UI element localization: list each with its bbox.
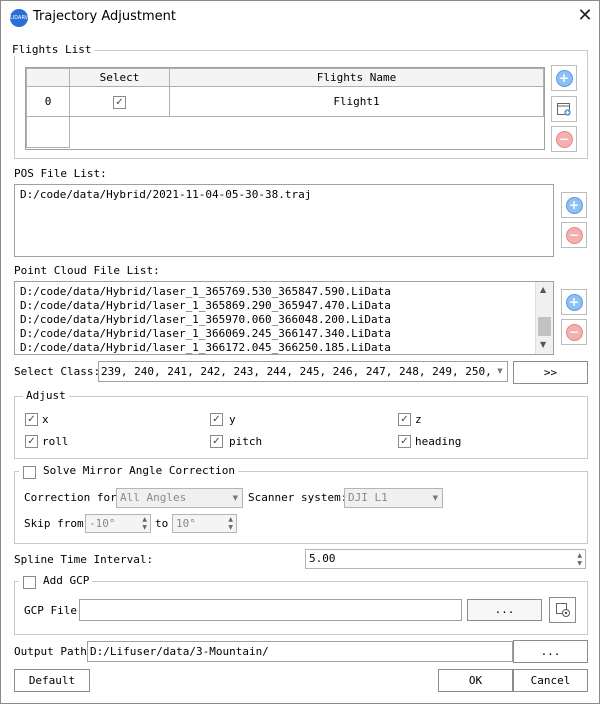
list-item[interactable]: D:/code/data/Hybrid/laser_1_365970.060_3…	[20, 313, 391, 326]
minus-circle-icon: −	[555, 130, 573, 148]
spin-up-icon: ▲	[228, 516, 233, 523]
adjust-pitch-label: pitch	[229, 435, 263, 448]
adjust-y-label: y	[229, 413, 236, 426]
select-class-value: 239, 240, 241, 242, 243, 244, 245, 246, …	[101, 365, 507, 378]
output-path-input[interactable]: D:/Lifuser/data/3-Mountain/	[87, 641, 513, 662]
more-classes-button[interactable]: >>	[513, 361, 588, 384]
gcp-file-label: GCP File	[24, 604, 77, 617]
scanner-system-label: Scanner system:	[248, 491, 348, 504]
column-header-flights-name[interactable]: Flights Name	[169, 68, 544, 87]
plus-circle-icon: +	[565, 196, 583, 214]
skip-to-spinbox: 10° ▲ ▼	[172, 514, 237, 533]
minus-circle-icon: −	[565, 226, 583, 244]
list-item[interactable]: D:/code/data/Hybrid/laser_1_366172.045_3…	[20, 341, 391, 354]
remove-flight-button[interactable]: −	[551, 126, 577, 152]
select-class-label: Select Class:	[14, 365, 101, 378]
output-path-value: D:/Lifuser/data/3-Mountain/	[90, 645, 269, 658]
column-header-select[interactable]: Select	[69, 68, 170, 87]
flights-table: Select Flights Name 0 ✓ Flight1	[25, 67, 545, 150]
skip-to-label: to	[155, 517, 169, 530]
point-cloud-file-list[interactable]: D:/code/data/Hybrid/laser_1_365769.530_3…	[14, 281, 554, 355]
add-pos-button[interactable]: +	[561, 192, 587, 218]
adjust-group	[14, 396, 588, 459]
correction-for-value: All Angles	[120, 491, 187, 504]
gcp-settings-icon	[555, 603, 570, 617]
spline-interval-label: Spline Time Interval:	[14, 553, 154, 566]
add-gcp-checkbox[interactable]	[23, 576, 36, 589]
pos-file-list[interactable]: D:/code/data/Hybrid/2021-11-04-05-30-38.…	[14, 184, 554, 257]
adjust-heading-checkbox[interactable]: ✓	[398, 435, 411, 448]
spin-up-icon: ▲	[142, 516, 147, 523]
plus-circle-icon: +	[555, 69, 573, 87]
point-cloud-list-label: Point Cloud File List:	[14, 264, 160, 277]
import-flight-icon	[557, 103, 571, 116]
scrollbar-thumb[interactable]	[538, 317, 551, 336]
scanner-system-select: DJI L1 ▼	[344, 488, 443, 508]
adjust-z-checkbox[interactable]: ✓	[398, 413, 411, 426]
adjust-x-label: x	[42, 413, 49, 426]
flight-select-checkbox[interactable]: ✓	[113, 95, 126, 109]
scanner-system-value: DJI L1	[348, 491, 388, 504]
list-item[interactable]: D:/code/data/Hybrid/2021-11-04-05-30-38.…	[20, 188, 311, 201]
adjust-roll-checkbox[interactable]: ✓	[25, 435, 38, 448]
adjust-y-checkbox[interactable]: ✓	[210, 413, 223, 426]
mirror-correction-group	[14, 471, 588, 544]
gcp-settings-button[interactable]	[549, 597, 576, 623]
skip-from-value: -10°	[89, 517, 116, 530]
adjust-group-label: Adjust	[23, 389, 69, 402]
select-class-combo[interactable]: 239, 240, 241, 242, 243, 244, 245, 246, …	[98, 361, 508, 382]
table-corner	[26, 68, 70, 87]
list-item[interactable]: D:/code/data/Hybrid/laser_1_365869.290_3…	[20, 299, 391, 312]
window-title: Trajectory Adjustment	[33, 9, 176, 24]
remove-pos-button[interactable]: −	[561, 222, 587, 248]
spline-interval-value: 5.00	[309, 552, 336, 565]
gcp-file-input[interactable]	[79, 599, 462, 621]
chevron-down-icon: ▼	[432, 494, 438, 502]
flights-list-label: Flights List	[9, 43, 95, 56]
add-point-cloud-button[interactable]: +	[561, 289, 587, 315]
correction-for-label: Correction for	[24, 491, 117, 504]
skip-to-value: 10°	[176, 517, 196, 530]
skip-from-spinbox: -10° ▲ ▼	[85, 514, 151, 533]
adjust-x-checkbox[interactable]: ✓	[25, 413, 38, 426]
row-index: 0	[26, 86, 70, 117]
plus-circle-icon: +	[565, 293, 583, 311]
add-flight-button[interactable]: +	[551, 65, 577, 91]
cancel-button[interactable]: Cancel	[513, 669, 588, 692]
chevron-down-icon[interactable]: ▼	[493, 362, 507, 381]
import-flight-button[interactable]	[551, 96, 577, 122]
spin-down-icon: ▼	[228, 524, 233, 531]
spin-down-icon[interactable]: ▼	[577, 560, 582, 568]
list-item[interactable]: D:/code/data/Hybrid/laser_1_365769.530_3…	[20, 285, 391, 298]
gcp-browse-button[interactable]: ...	[467, 599, 542, 621]
adjust-roll-label: roll	[42, 435, 69, 448]
adjust-z-label: z	[415, 413, 422, 426]
spin-up-icon[interactable]: ▲	[577, 552, 582, 560]
adjust-heading-label: heading	[415, 435, 462, 448]
default-button[interactable]: Default	[14, 669, 90, 692]
chevron-down-icon: ▼	[232, 494, 238, 502]
scroll-up-icon[interactable]: ▲	[540, 285, 546, 294]
skip-from-label: Skip from	[24, 517, 84, 530]
remove-point-cloud-button[interactable]: −	[561, 319, 587, 345]
spin-down-icon: ▼	[142, 524, 147, 531]
flight-name-cell[interactable]: Flight1	[169, 86, 544, 117]
minus-circle-icon: −	[565, 323, 583, 341]
pos-file-list-label: POS File List:	[14, 167, 107, 180]
correction-for-select: All Angles ▼	[116, 488, 243, 508]
spline-interval-spinbox[interactable]: 5.00 ▲ ▼	[305, 549, 586, 569]
mirror-correction-label: Solve Mirror Angle Correction	[19, 464, 239, 477]
app-logo-icon: LIDARVIEW	[10, 9, 38, 27]
list-item[interactable]: D:/code/data/Hybrid/laser_1_366069.245_3…	[20, 327, 391, 340]
close-icon[interactable]: ✕	[575, 6, 595, 26]
table-row[interactable]: 0 ✓ Flight1	[26, 86, 544, 117]
mirror-correction-checkbox[interactable]	[23, 466, 36, 479]
output-browse-button[interactable]: ...	[513, 640, 588, 663]
adjust-pitch-checkbox[interactable]: ✓	[210, 435, 223, 448]
dialog-window: LIDARVIEW Trajectory Adjustment ✕ Flight…	[0, 0, 600, 704]
vertical-scrollbar[interactable]: ▲ ▼	[535, 282, 553, 354]
ok-button[interactable]: OK	[438, 669, 513, 692]
scroll-down-icon[interactable]: ▼	[540, 340, 546, 349]
output-path-label: Output Path:	[14, 645, 94, 658]
